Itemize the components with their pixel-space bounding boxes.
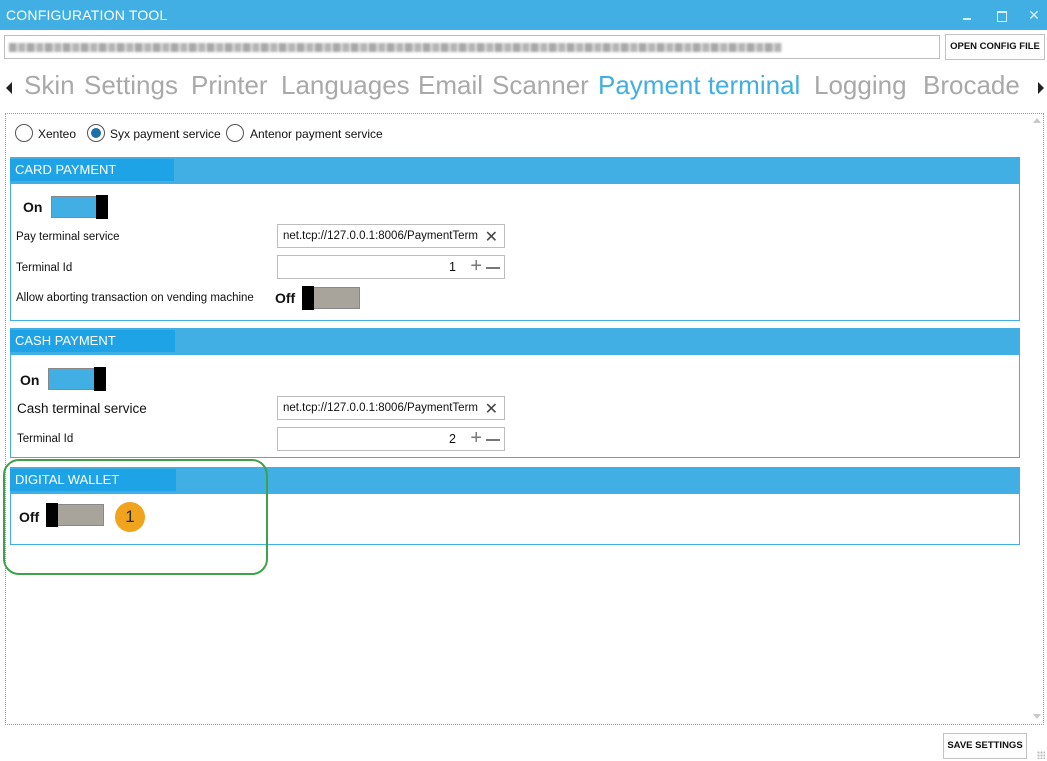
card-payment-toggle[interactable] xyxy=(51,195,108,219)
open-config-file-button[interactable]: OPEN CONFIG FILE xyxy=(945,34,1045,60)
card-terminal-id-value: 1 xyxy=(449,260,456,274)
decrement-icon[interactable] xyxy=(486,267,500,269)
cash-terminal-id-label: Terminal Id xyxy=(17,433,74,445)
increment-icon[interactable]: + xyxy=(470,255,482,278)
pay-terminal-service-label: Pay terminal service xyxy=(16,231,120,243)
pay-terminal-service-value: net.tcp://127.0.0.1:8006/PaymentTerm xyxy=(283,230,478,242)
config-path-field[interactable] xyxy=(4,35,940,59)
tab-languages[interactable]: Languages xyxy=(281,70,410,101)
tab-scanner[interactable]: Scanner xyxy=(492,70,589,101)
card-payment-toggle-label: On xyxy=(23,199,43,215)
tab-settings[interactable]: Settings xyxy=(84,70,178,101)
toggle-knob xyxy=(302,286,314,310)
radio-label-xenteo: Xenteo xyxy=(38,127,77,141)
card-payment-header: CARD PAYMENT xyxy=(10,157,1020,184)
minimize-icon[interactable] xyxy=(958,6,976,24)
radio-label-antenor-payment-service: Antenor payment service xyxy=(250,127,383,141)
tab-scroll-left-icon[interactable] xyxy=(6,82,12,94)
allow-aborting-toggle-label: Off xyxy=(275,290,296,306)
title-bar: CONFIGURATION TOOL ✕ xyxy=(0,0,1047,30)
tab-brocade[interactable]: Brocade xyxy=(923,70,1020,101)
cash-terminal-service-label: Cash terminal service xyxy=(17,401,147,416)
cash-terminal-id-value: 2 xyxy=(449,432,456,446)
cash-payment-toggle[interactable] xyxy=(48,367,106,391)
tab-logging[interactable]: Logging xyxy=(814,70,907,101)
toggle-knob xyxy=(96,195,108,219)
toggle-knob xyxy=(94,367,106,391)
tab-email[interactable]: Email xyxy=(418,70,483,101)
radio-syx-payment-service[interactable] xyxy=(87,124,105,142)
clear-icon[interactable]: ✕ xyxy=(485,399,498,419)
maximize-icon[interactable] xyxy=(992,6,1010,24)
increment-icon[interactable]: + xyxy=(470,427,482,450)
cash-payment-toggle-label: On xyxy=(20,372,40,388)
pay-terminal-service-input[interactable]: net.tcp://127.0.0.1:8006/PaymentTerm ✕ xyxy=(277,224,505,248)
cash-payment-title: CASH PAYMENT xyxy=(10,330,175,352)
tab-scroll-right-icon[interactable] xyxy=(1038,82,1044,94)
allow-aborting-toggle[interactable] xyxy=(302,286,360,310)
cash-terminal-id-stepper[interactable]: 2 + xyxy=(277,427,505,451)
card-payment-title: CARD PAYMENT xyxy=(10,159,174,181)
cash-terminal-service-value: net.tcp://127.0.0.1:8006/PaymentTerm xyxy=(283,402,478,414)
cash-payment-section: CASH PAYMENT xyxy=(10,328,1020,458)
scroll-down-icon[interactable] xyxy=(1033,714,1041,719)
close-icon[interactable]: ✕ xyxy=(1025,6,1043,24)
radio-xenteo[interactable] xyxy=(15,124,33,142)
redacted-path xyxy=(9,43,782,52)
save-settings-button[interactable]: SAVE SETTINGS xyxy=(943,733,1027,759)
card-terminal-id-label: Terminal Id xyxy=(16,262,73,274)
cash-terminal-service-input[interactable]: net.tcp://127.0.0.1:8006/PaymentTerm ✕ xyxy=(277,396,505,420)
allow-aborting-label: Allow aborting transaction on vending ma… xyxy=(16,292,254,304)
tab-strip: Skin Settings Printer Languages Email Sc… xyxy=(0,70,1047,108)
radio-antenor-payment-service[interactable] xyxy=(226,124,244,142)
clear-icon[interactable]: ✕ xyxy=(485,227,498,247)
tab-payment-terminal[interactable]: Payment terminal xyxy=(598,70,800,101)
highlight-outline xyxy=(3,459,268,575)
decrement-icon[interactable] xyxy=(486,439,500,441)
cash-payment-header: CASH PAYMENT xyxy=(10,328,1020,355)
radio-label-syx-payment-service: Syx payment service xyxy=(110,127,221,141)
tab-printer[interactable]: Printer xyxy=(191,70,268,101)
window-title: CONFIGURATION TOOL xyxy=(6,7,168,23)
scroll-up-icon[interactable] xyxy=(1033,118,1041,123)
resize-grip-icon[interactable] xyxy=(1037,751,1045,759)
tab-skin[interactable]: Skin xyxy=(24,70,75,101)
card-terminal-id-stepper[interactable]: 1 + xyxy=(277,255,505,279)
